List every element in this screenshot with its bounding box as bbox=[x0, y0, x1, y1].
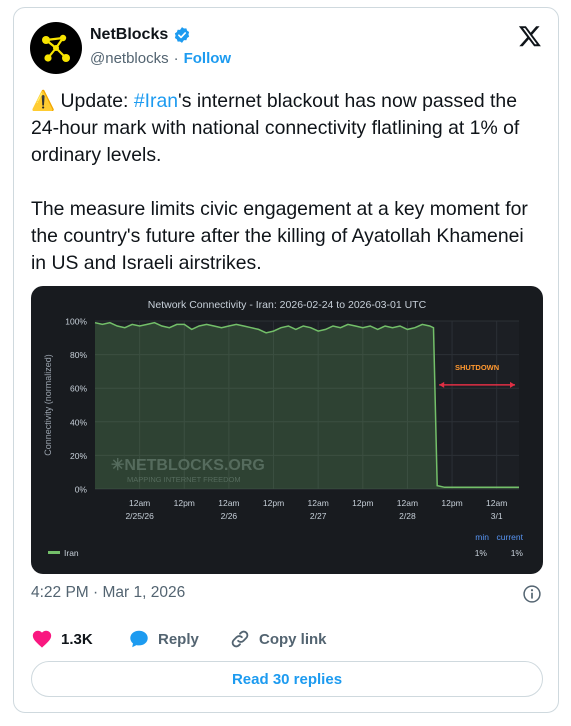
heart-icon bbox=[32, 630, 52, 648]
x-tick-label: 12pm bbox=[441, 498, 462, 508]
link-icon bbox=[231, 630, 249, 648]
author-name-row[interactable]: NetBlocks bbox=[90, 26, 191, 44]
x-tick-label: 12pm bbox=[352, 498, 373, 508]
action-bar: 1.3K Reply Copy link bbox=[31, 628, 327, 650]
y-tick-label: 60% bbox=[70, 384, 87, 394]
x-tick-date-label: 2/27 bbox=[310, 511, 327, 521]
tweet-paragraph-1: ⚠️ Update: #Iran's internet blackout has… bbox=[31, 88, 543, 169]
separator-dot: · bbox=[173, 50, 179, 67]
x-tick-label: 12am bbox=[218, 498, 239, 508]
like-button[interactable]: 1.3K bbox=[31, 628, 128, 650]
info-icon[interactable] bbox=[522, 584, 542, 604]
author-handle-row: @netblocks · Follow bbox=[90, 50, 231, 67]
x-tick-date-label: 3/1 bbox=[491, 511, 503, 521]
author-name[interactable]: NetBlocks bbox=[90, 26, 168, 44]
copy-link-button[interactable]: Copy link bbox=[229, 628, 327, 650]
x-tick-label: 12pm bbox=[174, 498, 195, 508]
chart-title: Network Connectivity - Iran: 2026-02-24 … bbox=[148, 299, 427, 311]
x-tick-label: 12am bbox=[129, 498, 150, 508]
verified-badge-icon bbox=[175, 27, 190, 43]
legend-min-header: min bbox=[475, 532, 489, 542]
reply-bubble-icon bbox=[130, 630, 148, 648]
chart-y-axis-label: Connectivity (normalized) bbox=[43, 354, 53, 456]
legend-current-header: current bbox=[497, 532, 524, 542]
x-tick-date-label: 2/26 bbox=[221, 511, 238, 521]
y-tick-label: 0% bbox=[75, 485, 88, 495]
read-replies-button[interactable]: Read 30 replies bbox=[31, 661, 543, 697]
timestamp[interactable]: 4:22 PM · Mar 1, 2026 bbox=[31, 584, 185, 602]
chart-svg: Network Connectivity - Iran: 2026-02-24 … bbox=[43, 299, 524, 558]
x-tick-label: 12am bbox=[397, 498, 418, 508]
legend-current-value: 1% bbox=[511, 548, 524, 558]
author-handle[interactable]: @netblocks bbox=[90, 50, 169, 67]
legend-min-value: 1% bbox=[475, 548, 488, 558]
x-tick-label: 12pm bbox=[263, 498, 284, 508]
legend-label-iran: Iran bbox=[64, 548, 79, 558]
y-tick-label: 100% bbox=[65, 317, 87, 327]
reply-button[interactable]: Reply bbox=[128, 628, 229, 650]
shutdown-annotation: SHUTDOWN bbox=[455, 363, 499, 372]
hashtag-link[interactable]: #Iran bbox=[134, 90, 178, 112]
y-tick-label: 20% bbox=[70, 451, 87, 461]
y-tick-label: 80% bbox=[70, 350, 87, 360]
legend-swatch-iran bbox=[48, 551, 60, 554]
avatar[interactable] bbox=[30, 22, 82, 74]
tweet-text: ⚠️ Update: #Iran's internet blackout has… bbox=[31, 88, 543, 277]
x-logo-icon[interactable] bbox=[518, 24, 542, 48]
x-tick-label: 12am bbox=[308, 498, 329, 508]
x-tick-label: 12am bbox=[486, 498, 507, 508]
connectivity-chart[interactable]: Network Connectivity - Iran: 2026-02-24 … bbox=[31, 286, 543, 574]
like-count: 1.3K bbox=[61, 630, 93, 648]
tweet-paragraph-2: The measure limits civic engagement at a… bbox=[31, 198, 528, 274]
follow-button[interactable]: Follow bbox=[184, 50, 232, 67]
x-tick-date-label: 2/25/26 bbox=[125, 511, 154, 521]
x-tick-date-label: 2/28 bbox=[399, 511, 416, 521]
netblocks-logo-icon bbox=[42, 34, 70, 62]
copy-link-label: Copy link bbox=[259, 630, 327, 648]
y-tick-label: 40% bbox=[70, 417, 87, 427]
tweet-prefix: ⚠️ Update: bbox=[31, 90, 134, 112]
reply-label: Reply bbox=[158, 630, 199, 648]
